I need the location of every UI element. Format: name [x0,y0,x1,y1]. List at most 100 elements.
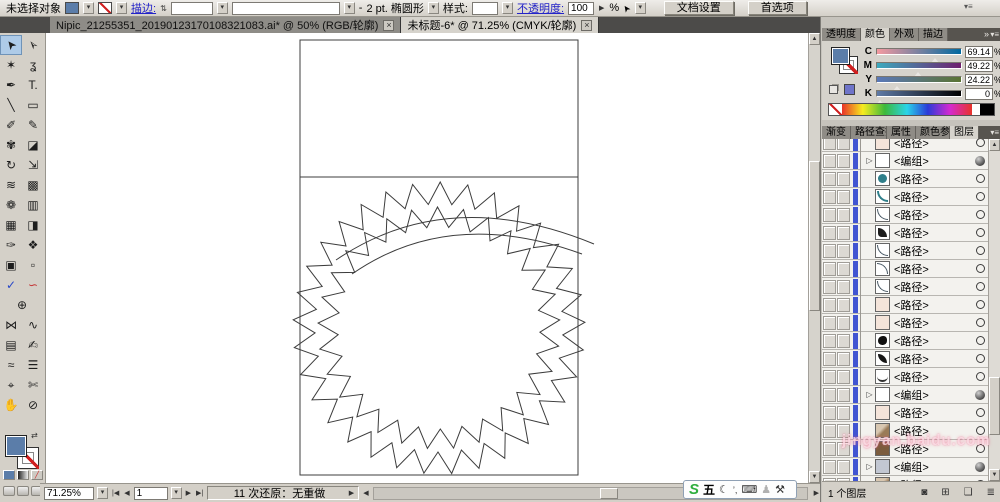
blend-tool[interactable]: ❖ [22,235,44,255]
layers-scroll-thumb[interactable] [989,377,1000,435]
width-profile-select[interactable] [231,1,340,15]
tab-pathfinder[interactable]: 路径查找器 [851,126,887,139]
lock-toggle[interactable] [837,405,850,420]
layer-name[interactable]: <路径> [894,225,973,241]
moon-icon[interactable]: ☾ [719,483,729,496]
layer-thumbnail[interactable] [875,441,890,456]
panel-flyout-icon[interactable]: ▾≡ [990,28,1000,41]
status-menu-icon[interactable]: ▶ [348,489,355,497]
channel-slider[interactable] [875,90,962,105]
close-icon[interactable]: × [581,19,593,31]
page-dropdown-icon[interactable]: ▾ [170,487,182,499]
last-page-icon[interactable]: ▶| [195,489,204,497]
rotate-tool[interactable]: ↻ [0,155,22,175]
target-icon[interactable] [973,139,987,147]
color-squiggle-tool[interactable]: ∽ [22,275,44,295]
channel-value-input[interactable]: 49.22 [965,60,993,72]
lock-toggle[interactable] [837,261,850,276]
person-icon[interactable]: ♟ [761,483,771,496]
status-display[interactable]: 11 次还原：无重做 ▶ [207,486,360,500]
layer-name[interactable]: <编组> [894,387,973,403]
vertical-scrollbar[interactable]: ▲ ▼ [808,33,820,483]
layer-row-path[interactable]: <路径> [822,439,989,458]
target-icon[interactable] [973,246,987,255]
fill-color-swatch[interactable] [65,2,79,14]
fullscreen-menu-mode-button[interactable] [17,486,29,496]
target-icon[interactable] [973,336,987,345]
sogou-logo-icon[interactable]: S [689,482,699,497]
eraser-tool[interactable]: ◪ [22,135,44,155]
scroll-up-icon[interactable]: ▲ [989,139,1000,151]
type-tool[interactable]: T. [22,75,44,95]
stroke-color-swatch[interactable] [98,2,112,14]
layer-thumbnail[interactable] [875,153,890,168]
color-mode-button[interactable] [3,470,15,480]
lock-toggle[interactable] [837,189,850,204]
lock-toggle[interactable] [837,333,850,348]
stroke-weight-spinner-icon[interactable]: ⇅ [160,4,167,13]
artboard-tool[interactable]: ⊕ [0,295,44,315]
layer-row-path[interactable]: <路径> [822,403,989,422]
layer-row-group[interactable]: ▷ <编组> [822,457,989,476]
document-setup-button[interactable]: 文档设置 [663,1,734,15]
canvas-area[interactable] [46,33,808,483]
layer-row-path[interactable]: <路径> [822,223,989,242]
wrinkle-tool[interactable]: ∿ [22,315,44,335]
layer-thumbnail[interactable] [875,405,890,420]
tab-appearance[interactable]: 外观 [890,28,919,41]
none-mode-button[interactable]: ╱ [31,470,43,480]
layer-thumbnail[interactable] [875,243,890,258]
layer-name[interactable]: <路径> [894,139,973,151]
layer-row-path[interactable]: <路径> [822,277,989,296]
scroll-down-icon[interactable]: ▼ [989,469,1000,481]
tab-transparency[interactable]: 透明度 [822,28,861,41]
style-dropdown-icon[interactable]: ▾ [501,2,513,14]
layer-name[interactable]: <路径> [894,405,973,421]
channel-value-input[interactable]: 24.22 [965,74,993,86]
opacity-label[interactable]: 不透明度: [517,0,564,16]
document-tab-active[interactable]: 未标题-6* @ 71.25% (CMYK/轮廓) × [401,17,600,33]
expand-icon[interactable]: ▷ [864,462,875,471]
target-icon[interactable] [973,300,987,309]
layer-name[interactable]: <编组> [894,459,973,475]
visibility-toggle[interactable] [823,333,836,348]
normal-screen-mode-button[interactable] [3,486,15,496]
wrench-icon[interactable]: ⚒ [775,483,785,496]
target-icon[interactable] [973,389,987,400]
layer-row-path[interactable]: <路径> [822,421,989,440]
channel-slider[interactable] [876,62,962,77]
vertical-scroll-thumb[interactable] [809,161,820,311]
tab-attributes[interactable]: 属性 [887,126,916,139]
layer-row-path[interactable]: <路径> [822,139,989,152]
magic-wand-tool[interactable]: ✶ [0,55,22,75]
document-tab[interactable]: Nipic_21255351_20190123170108321083.ai* … [50,17,402,33]
collapse-dock-icon[interactable]: » [984,29,989,39]
layer-row-path[interactable]: <路径> [822,349,989,368]
target-icon[interactable] [973,155,987,166]
freehand-tool[interactable]: ✍ [22,335,44,355]
lock-toggle[interactable] [837,207,850,222]
lock-toggle[interactable] [837,387,850,402]
prev-page-icon[interactable]: ◀ [123,489,130,497]
layer-name[interactable]: <路径> [894,171,973,187]
gradient-tool[interactable]: ◨ [22,215,44,235]
target-icon[interactable] [973,192,987,201]
target-icon[interactable] [973,461,987,472]
layer-row-group[interactable]: ▷ <编组> [822,385,989,404]
layer-name[interactable]: <编组> [894,153,973,169]
layer-name[interactable]: <路径> [894,189,973,205]
lock-toggle[interactable] [837,225,850,240]
direct-selection-tool[interactable]: ➣ [22,35,44,55]
channel-value-input[interactable]: 69.14 [965,46,993,58]
layer-row-path[interactable]: <路径> [822,295,989,314]
stroke-dropdown-icon[interactable]: ▾ [116,2,127,14]
live-paint-bucket-tool[interactable]: ▣ [0,255,22,275]
rectangle-tool[interactable]: ▭ [22,95,44,115]
visibility-toggle[interactable] [823,369,836,384]
scroll-left-icon[interactable]: ◀ [362,489,369,497]
fill-dropdown-icon[interactable]: ▾ [83,2,94,14]
lock-toggle[interactable] [837,441,850,456]
ime-mode-label[interactable]: 五 [703,481,715,498]
graph-tool[interactable]: ▥ [22,195,44,215]
layer-thumbnail[interactable] [875,261,890,276]
